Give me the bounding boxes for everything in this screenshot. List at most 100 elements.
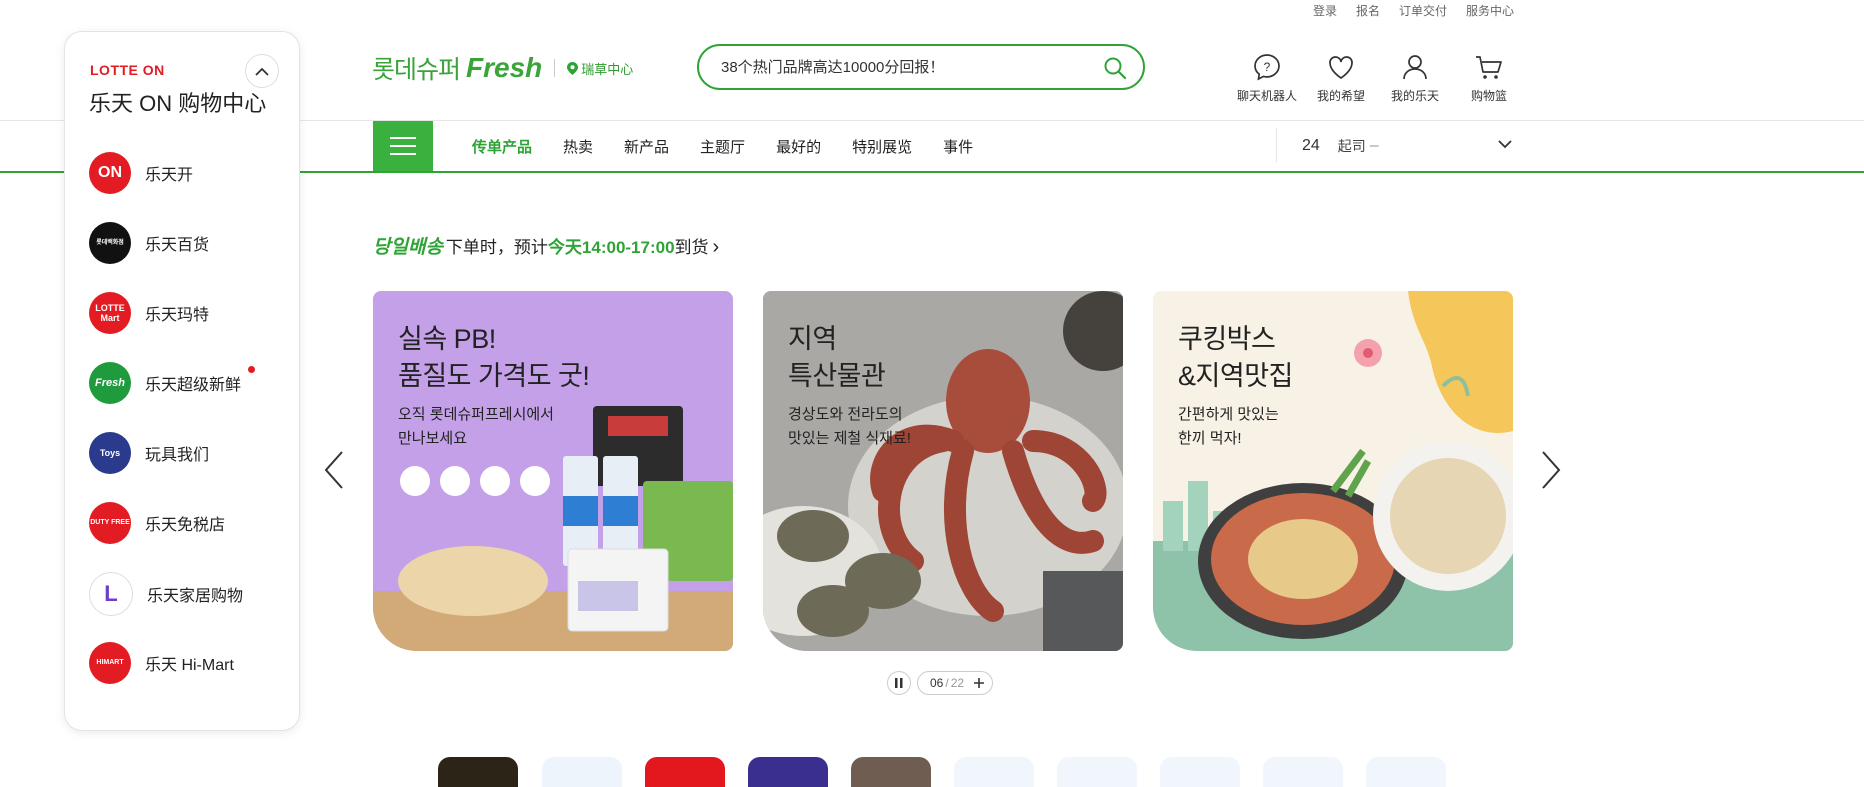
panel-item-label: 乐天 Hi-Mart bbox=[145, 657, 234, 674]
category-chip[interactable] bbox=[851, 757, 931, 787]
chatbot-icon: ? bbox=[1254, 54, 1280, 81]
panel-item-mart[interactable]: LOTTE Mart 乐天玛特 bbox=[89, 292, 209, 334]
heart-icon bbox=[1329, 56, 1353, 80]
banner-title: 쿠킹박스 &지역맛집 bbox=[1178, 324, 1293, 391]
carousel-prev-arrow[interactable] bbox=[324, 450, 344, 490]
chevron-down-icon bbox=[1498, 140, 1512, 149]
same-day-text2: 到货 bbox=[674, 238, 709, 257]
store-selector[interactable]: 瑞草中心 bbox=[567, 59, 633, 78]
slide-total: 22 bbox=[950, 676, 965, 690]
panel-item-super-fresh[interactable]: Fresh 乐天超级新鲜 bbox=[89, 362, 255, 404]
pause-button[interactable] bbox=[887, 671, 911, 695]
main-nav: 传单产品 热卖 新产品 主题厅 最好的 特别展览 事件 bbox=[472, 136, 1004, 157]
panel-item-label: 乐天百货 bbox=[145, 237, 210, 254]
utility-links: 登录 报名 订单交付 服务中心 bbox=[1313, 2, 1514, 19]
nav-item-best[interactable]: 最好的 bbox=[776, 136, 821, 157]
category-chip[interactable] bbox=[748, 757, 828, 787]
duty-free-icon: DUTY FREE bbox=[89, 502, 131, 544]
panel-title: 乐天 ON 购物中心 bbox=[89, 91, 267, 116]
toys-icon: Toys bbox=[89, 432, 131, 474]
banner-subtitle: 경상도와 전라도의 맛있는 제철 식재료! bbox=[788, 406, 911, 447]
category-chip[interactable] bbox=[954, 757, 1034, 787]
carousel-next-arrow[interactable] bbox=[1541, 450, 1561, 490]
banner-regional[interactable]: 지역 특산물관 경상도와 전라도의 맛있는 제철 식재료! bbox=[763, 291, 1123, 651]
banner-pb[interactable]: 실속 PB! 품질도 가격도 굿! 오직 롯데슈퍼프레시에서 만나보세요 bbox=[373, 291, 733, 651]
category-chip[interactable] bbox=[542, 757, 622, 787]
login-link[interactable]: 登录 bbox=[1313, 2, 1337, 19]
same-day-badge: 당일배송 bbox=[373, 237, 443, 258]
delivery-selector[interactable]: 24 起司 – bbox=[1302, 136, 1512, 156]
cart-button[interactable]: 购物篮 bbox=[1452, 52, 1526, 104]
search-input[interactable] bbox=[719, 57, 1083, 77]
nav-item-theme[interactable]: 主题厅 bbox=[700, 136, 745, 157]
nav-item-hot[interactable]: 热卖 bbox=[563, 136, 593, 157]
panel-item-label: 乐天开 bbox=[145, 167, 194, 184]
carousel-pager: 06 / 22 bbox=[887, 671, 994, 695]
my-lotte-label: 我的乐天 bbox=[1390, 89, 1439, 103]
search-bar bbox=[697, 44, 1145, 90]
panel-item-label: 乐天免税店 bbox=[145, 517, 226, 534]
department-store-icon: 롯데백화점 bbox=[89, 222, 131, 264]
same-day-delivery[interactable]: 당일배송 下单时，预计 今天14:00-17:00 到货 › bbox=[373, 232, 719, 259]
lotte-on-logo: LOTTE ON bbox=[90, 62, 165, 78]
logo-korean: 롯데슈퍼 bbox=[372, 56, 461, 84]
banner-title: 지역 특산물관 bbox=[788, 324, 886, 391]
slide-separator: / bbox=[945, 676, 949, 690]
store-name: 瑞草中心 bbox=[581, 61, 634, 77]
category-chip[interactable] bbox=[645, 757, 725, 787]
lotte-mart-icon: LOTTE Mart bbox=[89, 292, 131, 334]
category-chip[interactable] bbox=[1366, 757, 1446, 787]
category-chip[interactable] bbox=[1160, 757, 1240, 787]
category-menu-button[interactable] bbox=[373, 121, 433, 171]
order-delivery-link[interactable]: 订单交付 bbox=[1399, 2, 1447, 19]
site-logo[interactable]: 롯데슈퍼 Fresh 瑞草中心 bbox=[372, 50, 633, 86]
my-lotte-button[interactable]: 我的乐天 bbox=[1378, 52, 1452, 104]
panel-item-label: 乐天超级新鲜 bbox=[145, 377, 242, 394]
pause-icon bbox=[895, 678, 903, 688]
chevron-up-icon bbox=[255, 67, 269, 76]
category-chip[interactable] bbox=[438, 757, 518, 787]
same-day-time: 今天14:00-17:00 bbox=[547, 238, 675, 257]
lotte-on-panel: LOTTE ON 乐天 ON 购物中心 ON 乐天开 롯데백화점 乐天百货 LO… bbox=[64, 31, 300, 731]
svg-text:?: ? bbox=[1264, 60, 1271, 74]
cart-icon bbox=[1476, 56, 1502, 79]
delivery-label: 起司 bbox=[1337, 138, 1366, 154]
same-day-arrow: › bbox=[712, 236, 720, 258]
service-center-link[interactable]: 服务中心 bbox=[1466, 2, 1514, 19]
panel-item-label: 乐天家居购物 bbox=[147, 588, 244, 605]
delivery-number: 24 bbox=[1302, 137, 1320, 154]
slide-counter: 06 / 22 bbox=[917, 671, 994, 695]
nav-item-flyer[interactable]: 传单产品 bbox=[472, 136, 532, 157]
panel-item-duty-free[interactable]: DUTY FREE 乐天免税店 bbox=[89, 502, 225, 544]
himart-icon: HIMART bbox=[89, 642, 131, 684]
banner-cooking-box[interactable]: 쿠킹박스 &지역맛집 간편하게 맛있는 한끼 먹자! bbox=[1153, 291, 1513, 651]
nav-separator bbox=[1276, 128, 1277, 162]
panel-item-lotte-on[interactable]: ON 乐天开 bbox=[89, 152, 193, 194]
nav-item-event[interactable]: 事件 bbox=[943, 136, 973, 157]
super-fresh-icon: Fresh bbox=[89, 362, 131, 404]
chatbot-label: 聊天机器人 bbox=[1236, 89, 1297, 103]
panel-collapse-button[interactable] bbox=[245, 54, 279, 88]
wishlist-label: 我的希望 bbox=[1316, 89, 1365, 103]
logo-fresh: Fresh bbox=[466, 52, 543, 83]
home-shopping-icon: L bbox=[89, 572, 133, 616]
user-icon bbox=[1403, 55, 1427, 80]
signup-link[interactable]: 报名 bbox=[1356, 2, 1380, 19]
panel-item-department[interactable]: 롯데백화점 乐天百货 bbox=[89, 222, 209, 264]
hamburger-icon bbox=[390, 137, 416, 155]
category-chip[interactable] bbox=[1057, 757, 1137, 787]
location-pin-icon bbox=[567, 61, 579, 75]
nav-item-new[interactable]: 新产品 bbox=[624, 136, 669, 157]
panel-item-home-shopping[interactable]: L 乐天家居购物 bbox=[89, 572, 243, 616]
panel-item-toys[interactable]: Toys 玩具我们 bbox=[89, 432, 209, 474]
slide-current: 06 bbox=[930, 676, 944, 690]
panel-item-himart[interactable]: HIMART 乐天 Hi-Mart bbox=[89, 642, 234, 684]
panel-item-label: 乐天玛特 bbox=[145, 307, 210, 324]
plus-icon[interactable] bbox=[972, 676, 986, 690]
nav-item-special[interactable]: 特别展览 bbox=[852, 136, 912, 157]
category-chip[interactable] bbox=[1263, 757, 1343, 787]
wishlist-button[interactable]: 我的希望 bbox=[1304, 52, 1378, 104]
chatbot-button[interactable]: ? 聊天机器人 bbox=[1230, 52, 1304, 104]
search-icon[interactable] bbox=[1103, 56, 1127, 80]
banner-subtitle: 간편하게 맛있는 한끼 먹자! bbox=[1178, 406, 1279, 447]
